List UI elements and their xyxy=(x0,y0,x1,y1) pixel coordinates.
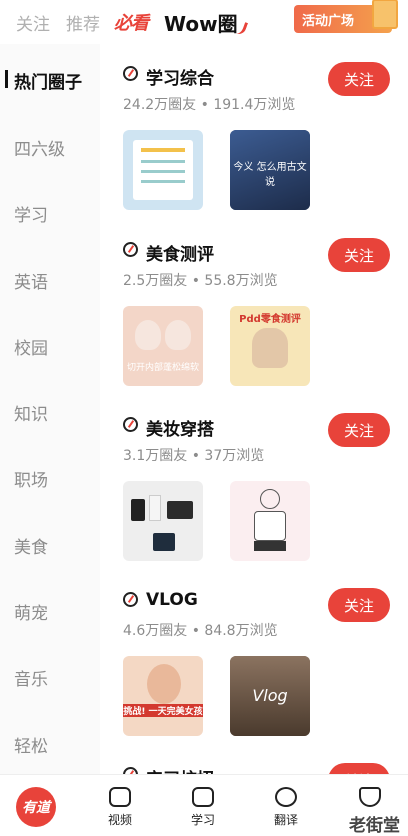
sidebar-item-english[interactable]: 英语 xyxy=(14,268,48,293)
post-thumbnail[interactable]: 挑战! 一天完美女孩 xyxy=(123,656,203,736)
sidebar-item-music[interactable]: 音乐 xyxy=(14,665,48,690)
thumbnail-caption: 挑战! 一天完美女孩 xyxy=(123,704,203,717)
circle-title: 实习校招 xyxy=(146,765,214,774)
circle-title: VLOG xyxy=(146,590,198,610)
circle-stats: 4.6万圈友 • 84.8万浏览 xyxy=(123,623,278,639)
circle-stats: 2.5万圈友 • 55.8万浏览 xyxy=(123,273,278,289)
circle-card[interactable]: 美食测评 2.5万圈友 • 55.8万浏览 关注 切开内部蓬松绵软 Pdd零食测… xyxy=(100,220,408,395)
tab-must-see[interactable]: 必看 xyxy=(114,9,149,35)
activity-square-label: 活动广场 xyxy=(302,13,355,29)
compass-icon xyxy=(123,242,138,257)
youdao-brand-button[interactable]: 有道 xyxy=(16,787,56,827)
thumbnail-caption: 今义 怎么用古文说 xyxy=(233,162,307,188)
post-thumbnail[interactable]: Vlog xyxy=(230,656,310,736)
sidebar-item-study[interactable]: 学习 xyxy=(14,201,48,226)
nav-translate[interactable]: 翻译 xyxy=(261,787,311,828)
circle-stats: 3.1万圈友 • 37万浏览 xyxy=(123,448,265,464)
post-thumbnail[interactable] xyxy=(123,130,203,210)
category-sidebar: 热门圈子 四六级 学习 英语 校园 知识 职场 美食 萌宠 音乐 轻松 xyxy=(0,44,100,774)
sidebar-item-cet[interactable]: 四六级 xyxy=(14,135,65,160)
nav-study[interactable]: 学习 xyxy=(178,787,228,828)
sidebar-item-relax[interactable]: 轻松 xyxy=(14,732,48,757)
compass-icon xyxy=(123,592,138,607)
sidebar-item-food[interactable]: 美食 xyxy=(14,533,48,558)
nav-study-label: 学习 xyxy=(190,813,215,827)
active-indicator xyxy=(5,70,8,88)
gift-icon xyxy=(372,0,398,29)
post-thumbnail[interactable] xyxy=(123,481,203,561)
thumbnail-caption: 切开内部蓬松绵软 xyxy=(126,363,199,373)
post-thumbnail[interactable]: 今义 怎么用古文说 xyxy=(230,130,310,210)
post-thumbnail[interactable]: 切开内部蓬松绵软 xyxy=(123,306,203,386)
circle-title: 美食测评 xyxy=(146,245,214,265)
tab-wow-circle-label: Wow圈 xyxy=(164,11,238,36)
bottom-navigation: 有道 视频 学习 翻译 老街堂 xyxy=(0,774,408,836)
sidebar-item-campus[interactable]: 校园 xyxy=(14,334,48,359)
post-thumbnail[interactable]: Pdd零食测评 xyxy=(230,306,310,386)
circle-stats: 24.2万圈友 • 191.4万浏览 xyxy=(123,97,296,113)
compass-icon xyxy=(123,767,138,774)
follow-button[interactable]: 关注 xyxy=(328,588,390,622)
sidebar-item-knowledge[interactable]: 知识 xyxy=(14,400,48,425)
thumbnail-caption: Pdd零食测评 xyxy=(239,314,301,325)
circle-title: 学习综合 xyxy=(146,69,214,89)
nav-translate-label: 翻译 xyxy=(273,813,298,827)
compass-icon xyxy=(123,417,138,432)
tab-recommend[interactable]: 推荐 xyxy=(66,10,100,35)
circle-title: 美妆穿搭 xyxy=(146,420,214,440)
translate-icon xyxy=(275,787,297,807)
shield-v-icon xyxy=(359,787,381,807)
activity-square-button[interactable]: 活动广场 xyxy=(294,0,398,33)
compass-icon xyxy=(123,66,138,81)
video-camera-icon xyxy=(109,787,131,807)
post-thumbnail[interactable] xyxy=(230,481,310,561)
follow-button[interactable]: 关注 xyxy=(328,413,390,447)
tab-follow[interactable]: 关注 xyxy=(16,10,50,35)
sidebar-item-pets[interactable]: 萌宠 xyxy=(14,599,48,624)
follow-button[interactable]: 关注 xyxy=(328,62,390,96)
nav-video-label: 视频 xyxy=(107,813,132,827)
circle-card[interactable]: 学习综合 24.2万圈友 • 191.4万浏览 关注 今义 怎么用古文说 xyxy=(100,44,408,219)
circle-card[interactable]: VLOG 4.6万圈友 • 84.8万浏览 关注 挑战! 一天完美女孩 Vlog xyxy=(100,570,408,745)
watermark: 老街堂 xyxy=(349,816,400,836)
tab-wow-circle[interactable]: Wow圈 xyxy=(164,8,248,37)
circle-card[interactable]: 美妆穿搭 3.1万圈友 • 37万浏览 关注 xyxy=(100,395,408,570)
top-tab-bar: 关注 推荐 必看 Wow圈 活动广场 xyxy=(0,0,408,44)
nav-video[interactable]: 视频 xyxy=(95,787,145,828)
play-icon xyxy=(192,787,214,807)
sidebar-item-hot[interactable]: 热门圈子 xyxy=(14,68,82,93)
thumbnail-caption: Vlog xyxy=(252,686,288,705)
follow-button[interactable]: 关注 xyxy=(328,763,390,774)
follow-button[interactable]: 关注 xyxy=(328,238,390,272)
circle-feed[interactable]: 学习综合 24.2万圈友 • 191.4万浏览 关注 今义 怎么用古文说 美食测… xyxy=(100,44,408,774)
circle-card[interactable]: 实习校招 关注 xyxy=(100,745,408,774)
nav-vip[interactable] xyxy=(345,787,395,807)
sidebar-item-career[interactable]: 职场 xyxy=(14,466,48,491)
